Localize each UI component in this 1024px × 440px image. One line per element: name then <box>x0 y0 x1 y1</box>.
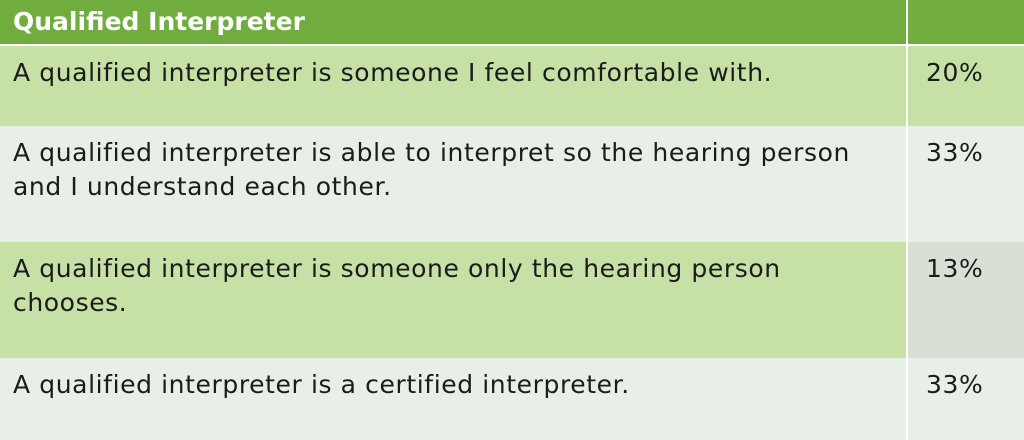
row-statement: A qualified interpreter is able to inter… <box>0 126 908 242</box>
table-row: A qualified interpreter is someone only … <box>0 242 1024 358</box>
row-statement: A qualified interpreter is someone only … <box>0 242 908 358</box>
header-title: Qualified Interpreter <box>0 0 908 44</box>
row-percent: 33% <box>908 126 1024 242</box>
row-percent: 13% <box>908 242 1024 358</box>
table-row: A qualified interpreter is able to inter… <box>0 126 1024 242</box>
table-row: A qualified interpreter is someone I fee… <box>0 46 1024 126</box>
row-percent: 33% <box>908 358 1024 440</box>
row-percent: 20% <box>908 46 1024 126</box>
table-row: A qualified interpreter is a certified i… <box>0 358 1024 440</box>
row-statement: A qualified interpreter is a certified i… <box>0 358 908 440</box>
qualified-interpreter-table: Qualified Interpreter A qualified interp… <box>0 0 1024 440</box>
row-statement: A qualified interpreter is someone I fee… <box>0 46 908 126</box>
header-value-cell <box>908 0 1024 44</box>
table-header-row: Qualified Interpreter <box>0 0 1024 44</box>
